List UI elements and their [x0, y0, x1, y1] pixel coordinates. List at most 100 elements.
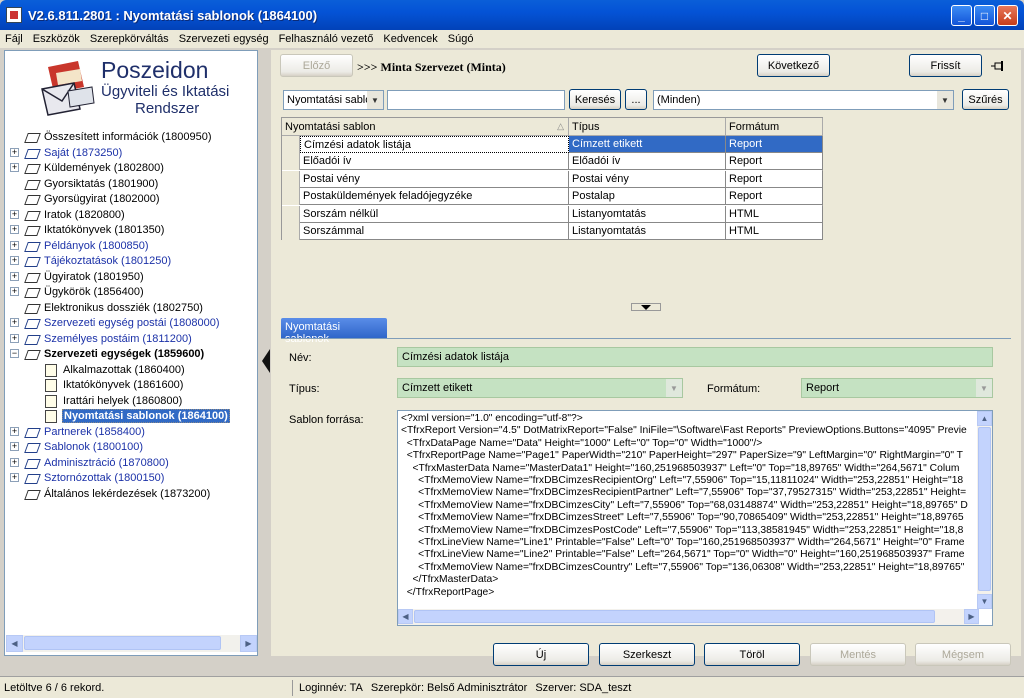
maximize-button[interactable]: □	[974, 5, 995, 26]
new-button[interactable]: Új	[493, 643, 589, 666]
tree-item[interactable]: + Szervezeti egység postái (1808000)	[10, 315, 221, 331]
table-row[interactable]: Előadói ív Előadói ív Report	[282, 153, 823, 171]
collapse-icon[interactable]: −	[10, 349, 19, 358]
table-row[interactable]: Postai vény Postai vény Report	[282, 170, 823, 188]
menu-file[interactable]: Fájl	[0, 33, 28, 45]
tree-item[interactable]: + Példányok (1800850)	[10, 238, 150, 254]
chevron-down-icon[interactable]: ▼	[937, 91, 953, 109]
collapse-down-icon[interactable]	[641, 305, 651, 310]
template-source-text[interactable]: <?xml version="1.0" encoding="utf-8"?> <…	[398, 411, 992, 601]
search-button[interactable]: Keresés	[569, 89, 621, 110]
tree-item[interactable]: + Saját (1873250)	[10, 145, 123, 161]
tree-item[interactable]: Elektronikus dossziék (1802750)	[24, 300, 204, 316]
tree-item[interactable]: + Ügyiratok (1801950)	[10, 269, 145, 285]
expand-icon[interactable]: +	[10, 147, 19, 157]
row-indicator[interactable]	[282, 223, 300, 240]
search-input[interactable]	[387, 90, 565, 110]
tree-item[interactable]: + Küldemények (1802800)	[10, 160, 165, 176]
tree-item[interactable]: Összesített információk (1800950)	[24, 129, 213, 145]
pin-icon[interactable]	[990, 58, 1006, 74]
expand-icon[interactable]: +	[10, 163, 19, 172]
tree-item[interactable]: + Iratok (1820800)	[10, 207, 126, 223]
menu-favorites[interactable]: Kedvencek	[378, 33, 442, 45]
next-button[interactable]: Következő	[757, 54, 830, 77]
name-field[interactable]: Címzési adatok listája	[397, 347, 993, 367]
scroll-down-icon[interactable]: ▼	[977, 594, 992, 609]
row-indicator[interactable]	[282, 188, 300, 206]
expand-icon[interactable]: +	[10, 287, 19, 296]
tree-item[interactable]: Nyomtatási sablonok (1864100)	[43, 408, 230, 424]
scope-select[interactable]: (Minden) ▼	[653, 90, 954, 110]
edit-button[interactable]: Szerkeszt	[599, 643, 695, 666]
editor-horizontal-scrollbar[interactable]: ◀ ▶	[398, 609, 979, 625]
scroll-up-icon[interactable]: ▲	[977, 411, 992, 426]
minimize-button[interactable]: _	[951, 5, 972, 26]
scroll-right-icon[interactable]: ▶	[964, 609, 979, 624]
tree-item[interactable]: + Iktatókönyvek (1801350)	[10, 222, 165, 238]
menu-help[interactable]: Súgó	[443, 33, 479, 45]
tree-item[interactable]: + Partnerek (1858400)	[10, 424, 146, 440]
menu-user-manager[interactable]: Felhasználó vezető	[274, 33, 379, 45]
tree-item[interactable]: + Ügykörök (1856400)	[10, 284, 145, 300]
prev-button[interactable]: Előző	[280, 54, 353, 77]
splitter-handle[interactable]	[631, 303, 661, 311]
save-button[interactable]: Mentés	[810, 643, 906, 666]
row-indicator[interactable]	[282, 205, 300, 223]
expand-icon[interactable]: +	[10, 318, 19, 327]
tree-item[interactable]: + Tájékoztatások (1801250)	[10, 253, 172, 269]
tree-item[interactable]: Iktatókönyvek (1861600)	[43, 377, 184, 393]
table-row[interactable]: Sorszámmal Listanyomtatás HTML	[282, 223, 823, 240]
menu-role-switch[interactable]: Szerepkörváltás	[85, 33, 174, 45]
tree-item[interactable]: + Személyes postáim (1811200)	[10, 331, 193, 347]
type-select[interactable]: Címzett etikett ▼	[397, 378, 683, 398]
scroll-left-icon[interactable]: ◀	[398, 609, 413, 624]
editor-vertical-scrollbar[interactable]: ▲ ▼	[977, 411, 992, 609]
chevron-down-icon[interactable]: ▼	[367, 91, 383, 109]
template-source-editor[interactable]: <?xml version="1.0" encoding="utf-8"?> <…	[397, 410, 993, 626]
expand-icon[interactable]: +	[10, 256, 19, 265]
expand-icon[interactable]: +	[10, 426, 19, 436]
column-header-format[interactable]: Formátum	[726, 118, 823, 136]
tree-item[interactable]: + Sablonok (1800100)	[10, 439, 144, 455]
tree-item[interactable]: Alkalmazottak (1860400)	[43, 362, 186, 378]
cancel-button[interactable]: Mégsem	[915, 643, 1011, 666]
search-field-select[interactable]: Nyomtatási sablon ▼	[283, 90, 384, 110]
scroll-thumb[interactable]	[414, 610, 935, 623]
tree-horizontal-scrollbar[interactable]: ◀ ▶	[6, 635, 257, 652]
filter-button[interactable]: Szűrés	[962, 89, 1009, 110]
tree-item[interactable]: + Adminisztráció (1870800)	[10, 455, 170, 471]
tree-item[interactable]: − Szervezeti egységek (1859600)	[10, 346, 205, 362]
delete-button[interactable]: Töröl	[704, 643, 800, 666]
chevron-down-icon[interactable]: ▼	[666, 379, 682, 397]
scroll-thumb[interactable]	[24, 636, 221, 650]
row-indicator[interactable]	[282, 136, 300, 153]
browse-button[interactable]: ...	[625, 89, 647, 110]
column-header-type[interactable]: Típus	[569, 118, 726, 136]
tree-item[interactable]: Gyorsügyirat (1802000)	[24, 191, 161, 207]
scroll-right-icon[interactable]: ▶	[240, 635, 257, 652]
row-indicator[interactable]	[282, 153, 300, 171]
scroll-left-icon[interactable]: ◀	[6, 635, 23, 652]
close-button[interactable]: ✕	[997, 5, 1018, 26]
row-indicator[interactable]	[282, 170, 300, 188]
format-select[interactable]: Report ▼	[801, 378, 993, 398]
refresh-button[interactable]: Frissít	[909, 54, 982, 77]
expand-icon[interactable]: +	[10, 333, 19, 343]
expand-icon[interactable]: +	[10, 209, 19, 219]
expand-icon[interactable]: +	[10, 457, 19, 467]
tab-print-templates[interactable]: Nyomtatási sablonok	[281, 318, 387, 345]
tree-item[interactable]: + Sztornózottak (1800150)	[10, 470, 165, 486]
table-row[interactable]: Sorszám nélkül Listanyomtatás HTML	[282, 205, 823, 223]
chevron-down-icon[interactable]: ▼	[976, 379, 992, 397]
tree-item[interactable]: Általános lekérdezések (1873200)	[24, 486, 211, 502]
menu-tools[interactable]: Eszközök	[28, 33, 85, 45]
expand-icon[interactable]: +	[10, 442, 19, 451]
column-header-template[interactable]: Nyomtatási sablon △	[282, 118, 569, 136]
expand-icon[interactable]: +	[10, 225, 19, 234]
scroll-thumb[interactable]	[978, 427, 991, 591]
table-row[interactable]: Postaküldemények feladójegyzéke Postalap R…	[282, 188, 823, 206]
menu-org-unit[interactable]: Szervezeti egység	[174, 33, 274, 45]
tree-item[interactable]: Irattári helyek (1860800)	[43, 393, 183, 409]
expand-icon[interactable]: +	[10, 240, 19, 250]
expand-icon[interactable]: +	[10, 271, 19, 281]
